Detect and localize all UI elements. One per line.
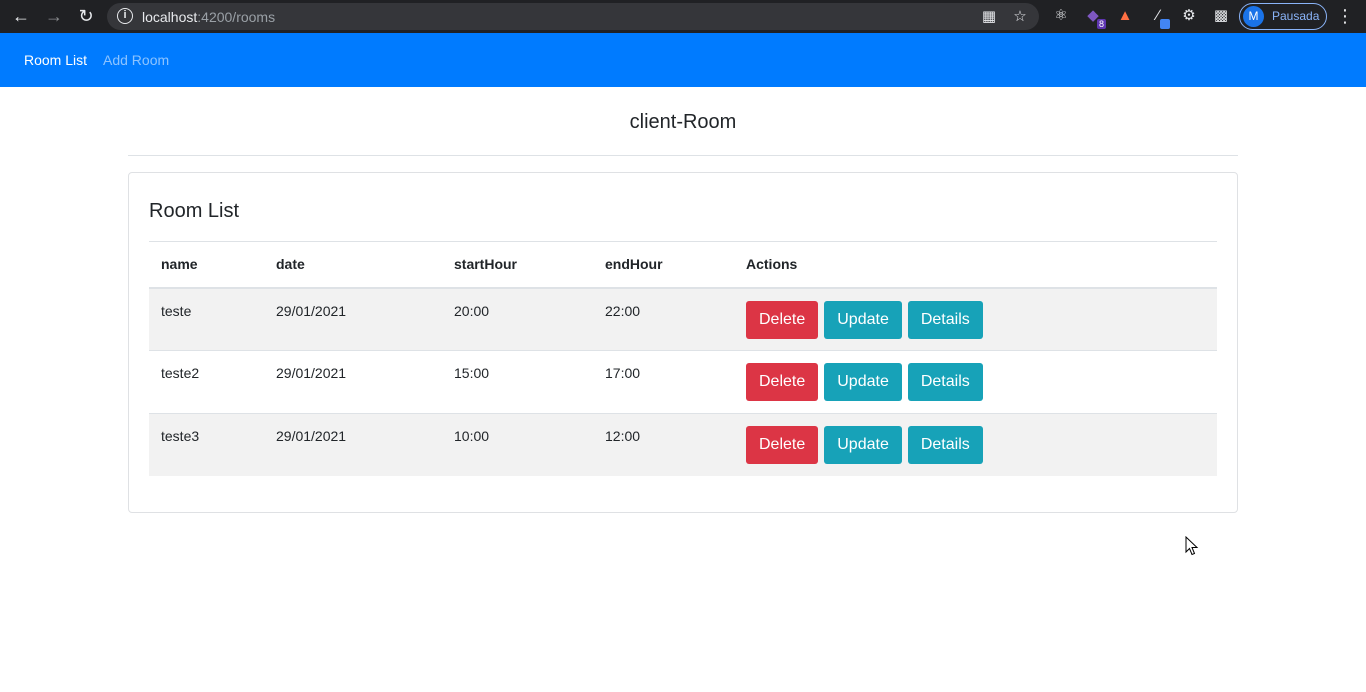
table-row: teste2 29/01/2021 15:00 17:00 Delete Upda… — [149, 351, 1217, 414]
table-row: teste 29/01/2021 20:00 22:00 Delete Updat… — [149, 287, 1217, 351]
column-header-actions: Actions — [746, 256, 798, 273]
translate-icon[interactable]: ▦ — [980, 8, 998, 26]
cell-date: 29/01/2021 — [276, 365, 347, 381]
url-text[interactable]: localhost:4200/rooms — [142, 9, 275, 25]
delete-button[interactable]: Delete — [746, 300, 819, 339]
update-button[interactable]: Update — [824, 300, 902, 339]
reload-icon[interactable]: ↻ — [75, 5, 97, 27]
avatar: M — [1243, 6, 1264, 27]
browser-toolbar: ← → ↻ i localhost:4200/rooms ▦ ☆ ⚛ ◆ 8 ▲ … — [0, 0, 1366, 33]
nav-link-add-room[interactable]: Add Room — [103, 52, 169, 68]
mouse-cursor-icon — [1185, 536, 1199, 556]
back-arrow-icon[interactable]: ← — [10, 5, 32, 27]
address-bar[interactable]: i localhost:4200/rooms ▦ ☆ — [107, 3, 1039, 30]
table-row: teste3 29/01/2021 10:00 12:00 Delete Upda… — [149, 413, 1217, 476]
bookmark-star-icon[interactable]: ☆ — [1011, 8, 1029, 26]
rooms-table: name date startHour endHour Actions test… — [149, 241, 1217, 476]
cell-name: teste3 — [161, 428, 200, 444]
nav-link-room-list[interactable]: Room List — [24, 52, 87, 68]
title-divider — [128, 155, 1238, 156]
cell-name: teste2 — [161, 365, 200, 381]
extension-pen-icon[interactable]: ∕ — [1148, 6, 1170, 29]
url-path: :4200/rooms — [197, 9, 276, 25]
forward-arrow-icon[interactable]: → — [43, 5, 65, 27]
cell-start-hour: 10:00 — [454, 428, 490, 444]
profile-button[interactable]: M Pausada — [1239, 3, 1327, 30]
more-menu-icon[interactable]: ⋮ — [1336, 5, 1354, 27]
column-header-name: name — [161, 256, 198, 273]
details-button[interactable]: Details — [907, 426, 983, 464]
cell-date: 29/01/2021 — [276, 428, 347, 444]
app-navbar: Room List Add Room — [0, 33, 1366, 87]
details-button[interactable]: Details — [907, 300, 983, 339]
extension-badge: 8 — [1096, 19, 1106, 29]
gear-icon[interactable]: ⚙ — [1179, 6, 1199, 26]
cell-name: teste — [161, 302, 192, 319]
cell-start-hour: 15:00 — [454, 365, 490, 381]
react-devtools-icon[interactable]: ⚛ — [1051, 6, 1071, 26]
column-header-date: date — [276, 256, 305, 273]
cell-actions: Delete Update Details — [734, 351, 1217, 414]
cell-end-hour: 12:00 — [605, 428, 641, 444]
column-header-start-hour: startHour — [454, 256, 518, 273]
cell-actions: Delete Update Details — [734, 414, 1217, 476]
update-button[interactable]: Update — [824, 363, 902, 401]
extension-icon[interactable]: ◆ 8 — [1083, 6, 1106, 29]
cell-start-hour: 20:00 — [454, 302, 490, 319]
cell-end-hour: 22:00 — [605, 302, 641, 319]
profile-label: Pausada — [1272, 9, 1320, 23]
delete-button[interactable]: Delete — [746, 426, 819, 464]
page-title: client-Room — [629, 111, 737, 133]
details-button[interactable]: Details — [907, 363, 983, 401]
extension-fire-icon[interactable]: ▲ — [1115, 6, 1135, 26]
puzzle-icon[interactable]: ▩ — [1211, 6, 1231, 26]
url-host: localhost — [142, 9, 198, 25]
cell-actions: Delete Update Details — [734, 288, 1217, 351]
site-info-icon[interactable]: i — [117, 8, 133, 24]
update-button[interactable]: Update — [824, 426, 902, 464]
table-header-row: name date startHour endHour Actions — [149, 241, 1217, 288]
column-header-end-hour: endHour — [605, 256, 663, 273]
room-list-card: Room List name date startHour endHour Ac… — [128, 172, 1238, 513]
delete-button[interactable]: Delete — [746, 363, 819, 401]
card-title: Room List — [149, 200, 240, 222]
cell-end-hour: 17:00 — [605, 365, 641, 381]
cell-date: 29/01/2021 — [276, 302, 347, 319]
